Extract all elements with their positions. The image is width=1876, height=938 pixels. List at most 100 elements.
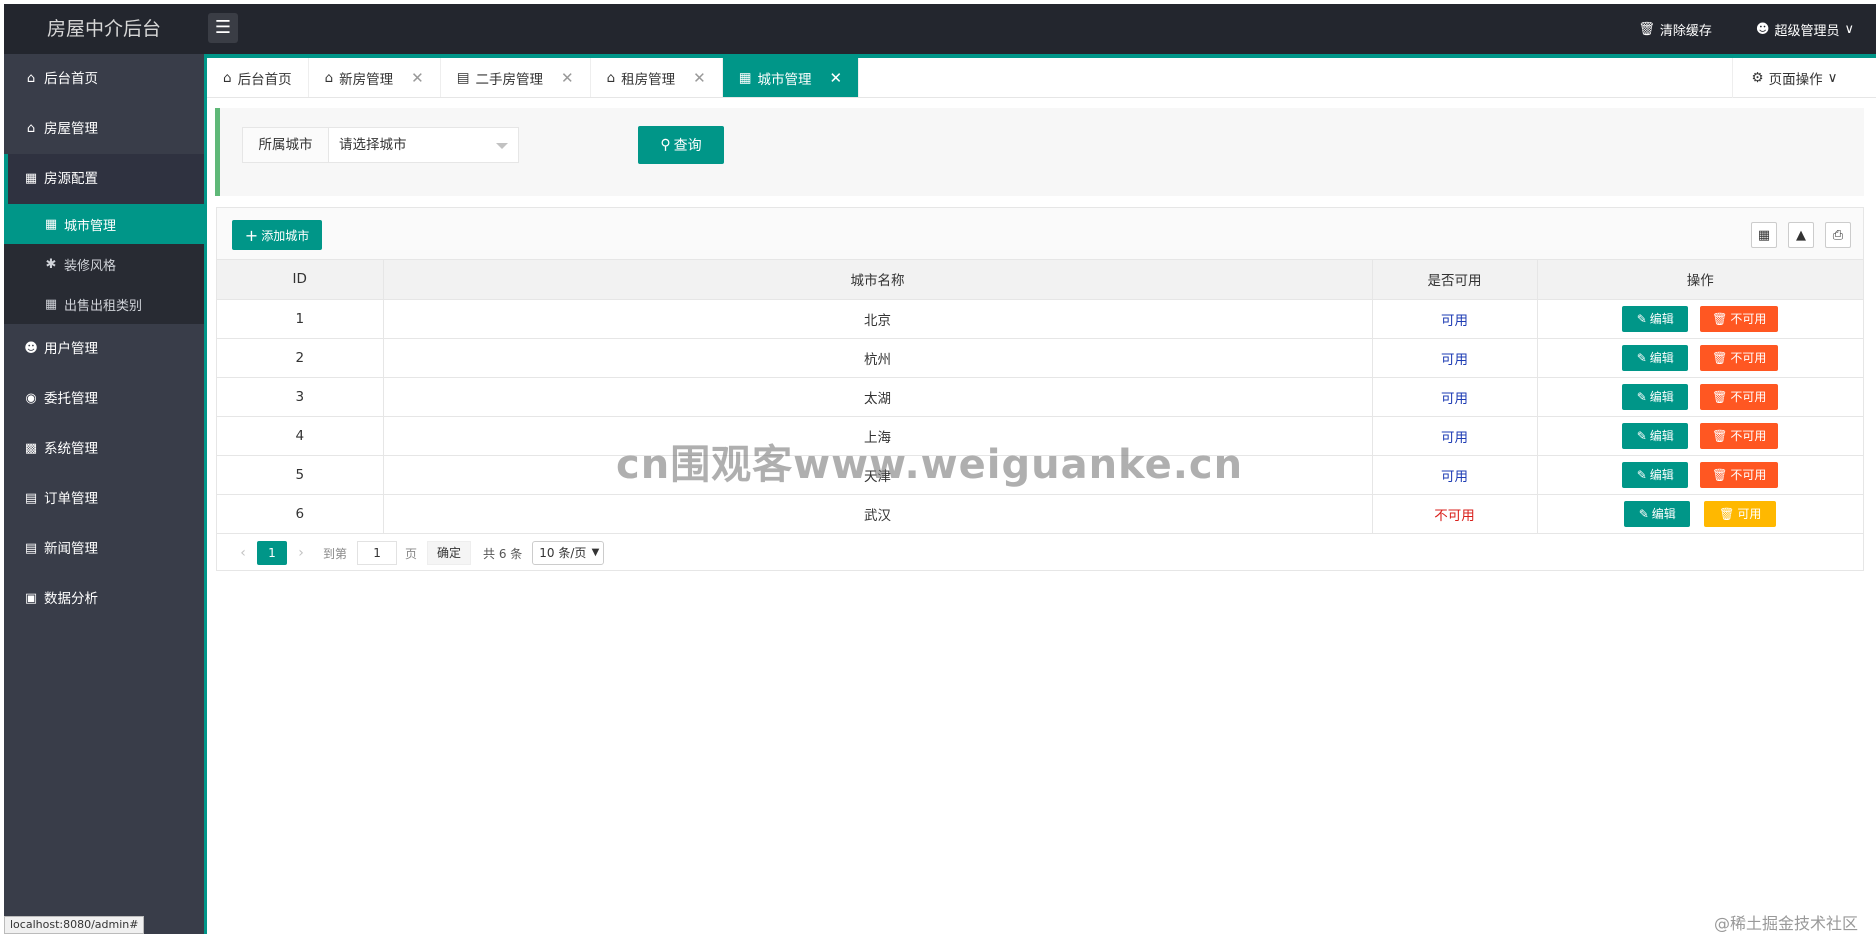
edit-label: 编辑	[1649, 312, 1674, 326]
current-page[interactable]: 1	[257, 541, 287, 565]
clear-cache-button[interactable]: 🗑 清除缓存	[1638, 20, 1712, 39]
edit-button[interactable]: ✎ 编辑	[1622, 305, 1689, 332]
table-row: 1 北京 可用 ✎ 编辑 🗑 不可用	[217, 299, 1863, 339]
house-icon: ⌂	[606, 69, 616, 86]
cell-status: 不可用	[1372, 494, 1538, 534]
briefcase-icon: ▤	[456, 69, 470, 86]
cell-status: 可用	[1372, 377, 1538, 417]
pencil-icon: ✎	[1638, 506, 1649, 521]
sidebar-item-analysis[interactable]: ▣ 数据分析	[4, 574, 204, 624]
city-select[interactable]: 请选择城市	[329, 127, 519, 163]
menu-toggle-button[interactable]: ☰	[208, 13, 238, 43]
building-icon: ▦	[738, 69, 752, 86]
prev-page-icon[interactable]: ‹	[229, 545, 257, 561]
col-status-header[interactable]: 是否可用	[1372, 260, 1538, 300]
sidebar-submenu: ▦ 城市管理 ✱ 装修风格 ▦ 出售出租类别	[4, 204, 204, 324]
sidebar-item-system[interactable]: ▩ 系统管理	[4, 424, 204, 474]
sidebar-item-label: 订单管理	[44, 491, 98, 507]
page-size-select[interactable]: 10 条/页 ▼	[532, 541, 605, 565]
table-row: 3 太湖 可用 ✎ 编辑 🗑 不可用	[217, 377, 1863, 417]
search-panel: 所属城市 请选择城市 ⚲ 查询	[215, 108, 1864, 196]
page-unit-label: 页	[405, 546, 418, 561]
edit-label: 编辑	[1651, 507, 1676, 521]
news-icon: ▤	[24, 541, 38, 556]
cell-status: 可用	[1372, 338, 1538, 378]
sidebar-item-config[interactable]: ▦ 房源配置	[4, 154, 204, 204]
admin-menu[interactable]: ☻ 超级管理员 ∨	[1756, 20, 1854, 39]
page-number-input[interactable]: 1	[357, 541, 398, 565]
close-icon[interactable]: ✕	[830, 69, 843, 87]
sidebar-item-entrust[interactable]: ◉ 委托管理	[4, 374, 204, 424]
edit-button[interactable]: ✎ 编辑	[1622, 383, 1689, 410]
cell-status: 可用	[1372, 299, 1538, 339]
building-icon: ▦	[24, 171, 38, 186]
edit-label: 编辑	[1649, 351, 1674, 365]
trash-icon: 🗑	[1719, 506, 1735, 521]
add-city-label: 添加城市	[261, 228, 310, 243]
edit-button[interactable]: ✎ 编辑	[1624, 500, 1691, 527]
sidebar-sub-category[interactable]: ▦ 出售出租类别	[4, 284, 204, 324]
brush-icon: ✱	[45, 256, 57, 272]
page-ops-label: 页面操作	[1768, 72, 1823, 88]
building-icon: ▦	[44, 296, 58, 312]
disable-button[interactable]: 🗑 不可用	[1700, 305, 1779, 332]
disable-button[interactable]: 🗑 不可用	[1700, 383, 1779, 410]
export-icon[interactable]: ▲	[1788, 222, 1814, 248]
cell-id: 1	[217, 299, 384, 339]
trash-icon: 🗑	[1712, 428, 1728, 443]
tab-second-hand[interactable]: ▤ 二手房管理 ✕	[441, 58, 591, 97]
page-ops-menu[interactable]: ⚙ 页面操作 ∨	[1732, 58, 1856, 98]
query-button-label: 查询	[673, 138, 702, 154]
table-tool-icons: ▦ ▲ ⎙	[1751, 222, 1851, 248]
enable-button[interactable]: 🗑 可用	[1704, 500, 1777, 527]
chevron-down-icon: ∨	[1827, 70, 1838, 86]
sidebar-item-label: 系统管理	[44, 441, 98, 457]
goto-confirm-button[interactable]: 确定	[427, 541, 472, 565]
sidebar-item-news[interactable]: ▤ 新闻管理	[4, 524, 204, 574]
close-icon[interactable]: ✕	[561, 69, 574, 87]
sidebar-sub-city[interactable]: ▦ 城市管理	[4, 204, 204, 244]
tab-new-house[interactable]: ⌂ 新房管理 ✕	[309, 58, 441, 97]
close-icon[interactable]: ✕	[411, 69, 424, 87]
next-page-icon[interactable]: ›	[287, 545, 315, 561]
status-bar-url: localhost:8080/admin#	[4, 916, 145, 934]
cell-name: 北京	[383, 299, 1373, 339]
edit-button[interactable]: ✎ 编辑	[1622, 461, 1689, 488]
disable-button[interactable]: 🗑 不可用	[1700, 344, 1779, 371]
tab-label: 后台首页	[237, 71, 292, 88]
user-icon: ☻	[1755, 21, 1770, 37]
cell-id: 6	[217, 494, 384, 534]
print-icon[interactable]: ⎙	[1825, 222, 1851, 248]
close-icon[interactable]: ✕	[693, 69, 706, 87]
tab-rent[interactable]: ⌂ 租房管理 ✕	[591, 58, 723, 97]
sidebar-sub-decoration[interactable]: ✱ 装修风格	[4, 244, 204, 284]
sidebar-item-user[interactable]: ☻ 用户管理	[4, 324, 204, 374]
sidebar-sub-label: 装修风格	[64, 258, 117, 274]
sidebar-item-order[interactable]: ▤ 订单管理	[4, 474, 204, 524]
city-select-placeholder: 请选择城市	[339, 137, 407, 153]
disable-button[interactable]: 🗑 不可用	[1700, 422, 1779, 449]
sidebar-item-label: 用户管理	[44, 341, 98, 357]
query-button[interactable]: ⚲ 查询	[638, 126, 724, 164]
edit-button[interactable]: ✎ 编辑	[1622, 422, 1689, 449]
disable-button[interactable]: 🗑 不可用	[1700, 461, 1779, 488]
col-id-header[interactable]: ID	[217, 260, 384, 300]
cell-ops: ✎ 编辑 🗑 不可用	[1537, 455, 1863, 495]
sidebar: ⌂ 后台首页 ⌂ 房屋管理 ▦ 房源配置 ▦ 城市管理 ✱ 装修风格 ▦ 出售出…	[4, 54, 204, 934]
top-header: 房屋中介后台 ☰ 🗑 清除缓存 ☻ 超级管理员 ∨	[4, 4, 1876, 54]
tab-city[interactable]: ▦ 城市管理 ✕	[722, 58, 860, 97]
city-field-label: 所属城市	[242, 127, 329, 163]
dropdown-arrow-icon	[496, 143, 508, 149]
app-logo: 房屋中介后台	[46, 18, 161, 40]
sidebar-item-home[interactable]: ⌂ 后台首页	[4, 54, 204, 104]
pencil-icon: ✎	[1636, 350, 1647, 365]
header-actions: 🗑 清除缓存 ☻ 超级管理员 ∨	[1638, 4, 1854, 54]
sidebar-item-label: 委托管理	[44, 391, 98, 407]
columns-filter-icon[interactable]: ▦	[1751, 222, 1777, 248]
sidebar-item-house[interactable]: ⌂ 房屋管理	[4, 104, 204, 154]
cell-status: 可用	[1372, 416, 1538, 456]
tab-home[interactable]: ⌂ 后台首页	[207, 58, 309, 97]
edit-button[interactable]: ✎ 编辑	[1622, 344, 1689, 371]
add-city-button[interactable]: + 添加城市	[232, 220, 322, 250]
col-name-header[interactable]: 城市名称	[383, 260, 1373, 300]
